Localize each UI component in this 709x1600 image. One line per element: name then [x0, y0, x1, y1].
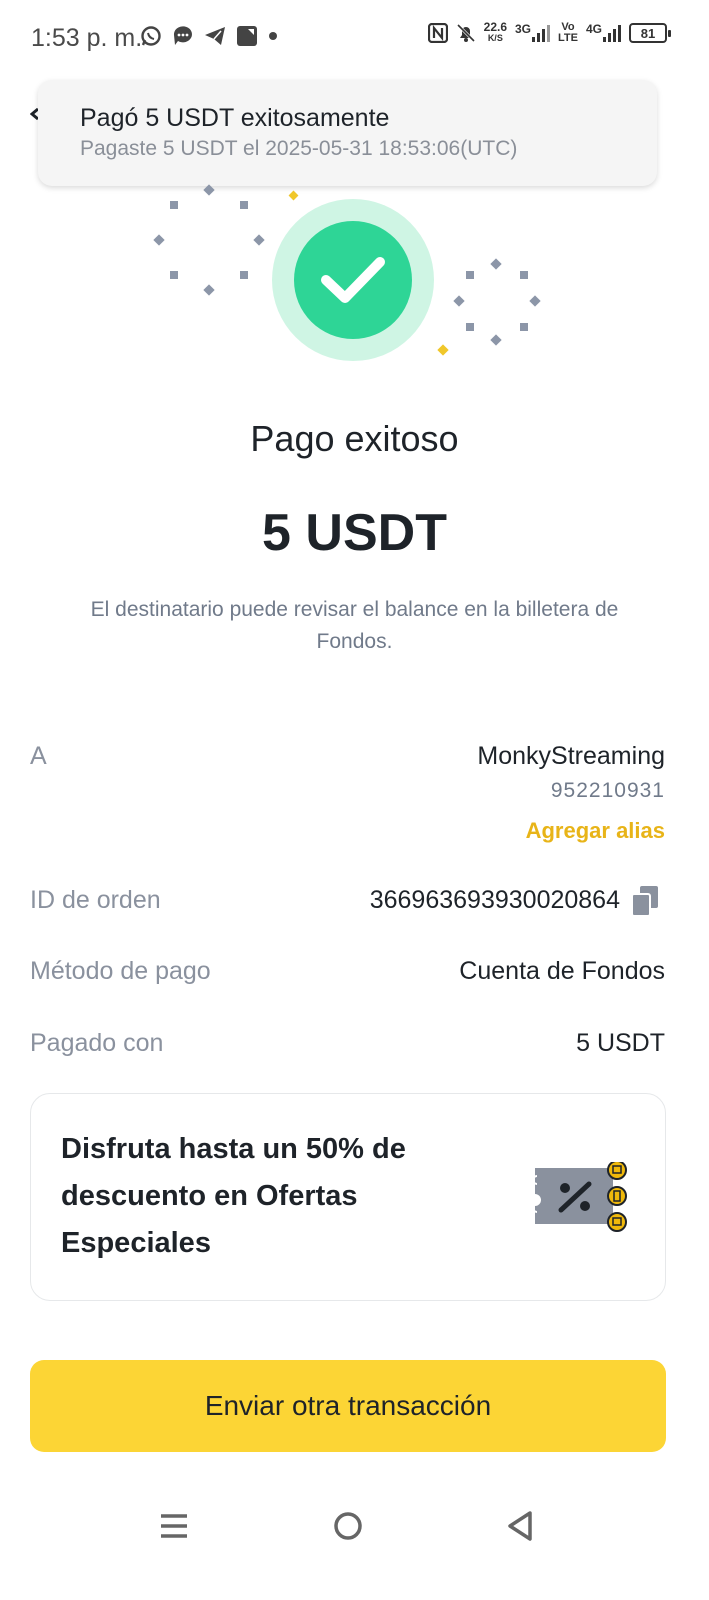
decor-dot [520, 271, 528, 279]
paid-with-value: 5 USDT [576, 1029, 665, 1057]
decor-dot [240, 201, 248, 209]
payment-method-label: Método de pago [30, 957, 211, 985]
order-id-value: 366963693930020864 [369, 886, 620, 914]
decor-dot [520, 323, 528, 331]
status-bar: 1:53 p. m. 22.6 K/S 3G Vo LTE 4G 81 [0, 0, 709, 78]
recipient-name: MonkyStreaming [477, 742, 665, 770]
decor-dot [466, 271, 474, 279]
decor-dot [170, 271, 178, 279]
network-speed: 22.6 K/S [483, 20, 507, 44]
payment-method-value: Cuenta de Fondos [459, 957, 665, 985]
volte-bottom: LTE [558, 32, 578, 44]
checkmark-icon [321, 257, 385, 303]
discount-coupon-icon [533, 1162, 627, 1232]
signal-3g: 3G [515, 22, 551, 42]
telegram-icon [205, 27, 225, 45]
network-4g-label: 4G [585, 22, 602, 36]
signal-bars-icon [532, 24, 551, 42]
status-time: 1:53 p. m. [31, 24, 143, 52]
signal-bars-icon [603, 24, 621, 42]
status-system-icons: 22.6 K/S 3G Vo LTE 4G 81 [427, 20, 671, 44]
decor-dot [466, 323, 474, 331]
status-notification-icons [140, 25, 278, 47]
signal-4g: 4G [585, 22, 621, 42]
success-illustration [0, 180, 709, 370]
decor-dot [203, 184, 215, 196]
add-alias-link[interactable]: Agregar alias [526, 818, 665, 844]
decor-dot [253, 234, 265, 246]
decor-dot [153, 234, 165, 246]
battery-icon: 81 [629, 23, 671, 43]
decor-dot [490, 334, 502, 346]
messages-icon [173, 26, 192, 45]
page-title: Pago exitoso [250, 418, 459, 459]
system-navigation-bar [0, 1500, 709, 1560]
notification-title: Pagó 5 USDT exitosamente [80, 104, 390, 132]
app-notification-icon [237, 26, 257, 46]
network-3g-label: 3G [515, 22, 532, 36]
send-another-transaction-button[interactable]: Enviar otra transacción [30, 1360, 666, 1452]
decor-dot [170, 201, 178, 209]
menu-icon[interactable] [160, 1510, 188, 1542]
mute-notifications-icon [456, 23, 475, 43]
paid-with-label: Pagado con [30, 1029, 164, 1057]
notification-banner[interactable]: Pagó 5 USDT exitosamente Pagaste 5 USDT … [38, 80, 657, 186]
promo-card[interactable]: Disfruta hasta un 50% de descuento en Of… [30, 1093, 666, 1301]
decor-dot [288, 190, 299, 201]
more-notifications-dot-icon [269, 32, 277, 40]
result-description: El destinatario puede revisar el balance… [90, 598, 619, 653]
decor-dot [529, 295, 541, 307]
decor-dot [453, 295, 465, 307]
volte-indicator: Vo LTE [558, 22, 578, 44]
order-id-label: ID de orden [30, 886, 161, 914]
payment-amount: 5 USDT [262, 504, 447, 562]
network-speed-value: 22.6 [483, 20, 507, 34]
promo-text: Disfruta hasta un 50% de descuento en Of… [61, 1133, 406, 1259]
decor-dot [240, 271, 248, 279]
battery-level: 81 [640, 25, 656, 41]
nfc-icon [427, 23, 448, 43]
network-speed-unit: K/S [487, 33, 503, 43]
copy-icon[interactable] [632, 886, 658, 916]
decor-dot [437, 344, 449, 356]
notification-subtitle: Pagaste 5 USDT el 2025-05-31 18:53:06(UT… [80, 137, 518, 160]
whatsapp-icon [141, 26, 161, 46]
recipient-id: 952210931 [550, 779, 665, 802]
decor-dot [203, 284, 215, 296]
back-icon[interactable] [506, 1510, 534, 1542]
recipient-label: A [30, 742, 47, 770]
home-icon[interactable] [332, 1510, 364, 1542]
decor-dot [490, 258, 502, 270]
